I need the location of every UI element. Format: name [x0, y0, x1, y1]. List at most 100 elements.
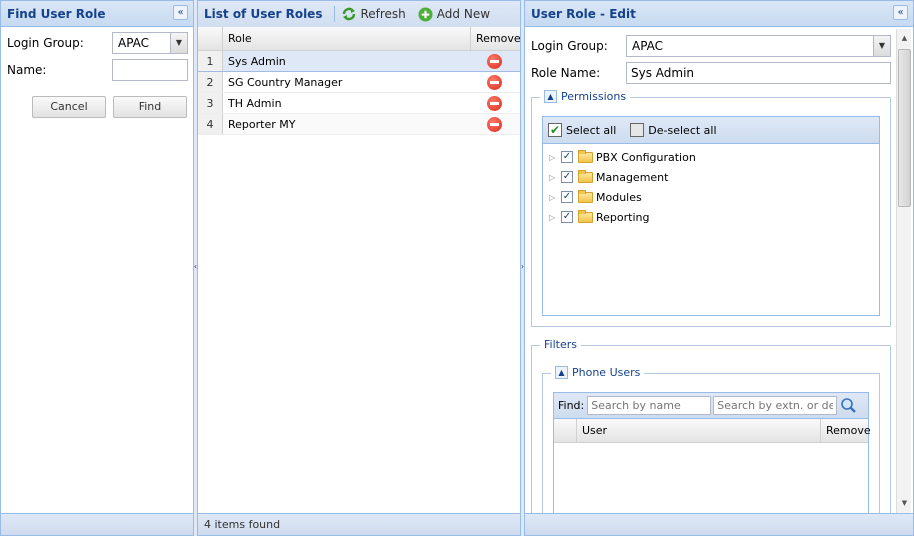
name-input[interactable]: [112, 59, 188, 81]
add-new-label: Add New: [436, 7, 491, 21]
remove-column-header[interactable]: Remove: [471, 27, 520, 50]
find-panel-header: Find User Role: [1, 1, 193, 27]
select-all-checkbox-icon: ✔: [548, 123, 562, 137]
remove-icon[interactable]: [486, 95, 502, 111]
edit-panel-title: User Role - Edit: [531, 6, 636, 21]
edit-login-group-label: Login Group:: [531, 39, 608, 53]
phone-users-legend-text: Phone Users: [572, 366, 641, 379]
remove-cell: [471, 51, 517, 71]
tree-node-reporting[interactable]: ▷ ✓ Reporting: [543, 207, 879, 227]
checkbox-checked-icon[interactable]: ✓: [561, 171, 573, 183]
tree-node-pbx-configuration[interactable]: ▷ ✓ PBX Configuration: [543, 147, 879, 167]
table-row[interactable]: 2 SG Country Manager: [198, 72, 520, 93]
scrollbar-thumb[interactable]: [898, 49, 911, 207]
deselect-all-button[interactable]: De-select all: [630, 123, 717, 137]
deselect-all-checkbox-icon: [630, 123, 645, 137]
remove-cell: [471, 114, 517, 134]
role-cell: Reporter MY: [228, 118, 296, 131]
remove-cell: [471, 72, 517, 92]
login-group-value: APAC: [118, 36, 150, 50]
name-label: Name:: [7, 63, 47, 77]
filters-fieldset: Filters ▲ Phone Users Find: Search by na…: [531, 338, 891, 535]
remove-icon[interactable]: [486, 116, 502, 132]
expand-icon[interactable]: ▷: [549, 153, 557, 162]
permissions-toolbar: ✔ Select all De-select all: [543, 117, 879, 144]
collapse-right-icon[interactable]: «: [893, 5, 908, 20]
row-number: 4: [198, 114, 223, 134]
phone-users-fieldset: ▲ Phone Users Find: User Remove: [542, 366, 880, 535]
chevron-down-icon[interactable]: ▼: [873, 36, 890, 56]
role-name-input[interactable]: Sys Admin: [626, 62, 891, 84]
list-panel-title: List of User Roles: [204, 7, 323, 21]
role-column-header[interactable]: Role: [223, 27, 471, 50]
remove-icon[interactable]: [486, 53, 502, 69]
collapse-up-icon[interactable]: ▲: [544, 90, 557, 103]
select-all-label: Select all: [566, 123, 617, 137]
user-roles-list-panel: List of User Roles Refresh Add New Role …: [197, 0, 521, 536]
permissions-legend-text: Permissions: [561, 90, 627, 103]
refresh-button[interactable]: Refresh: [341, 6, 406, 22]
scroll-down-icon[interactable]: ▼: [897, 496, 912, 511]
collapse-left-icon[interactable]: «: [173, 5, 188, 20]
deselect-all-label: De-select all: [648, 123, 717, 137]
expand-icon[interactable]: ▷: [549, 173, 557, 182]
user-column-header[interactable]: User: [577, 419, 821, 442]
find-label: Find:: [558, 399, 585, 412]
table-row[interactable]: 3 TH Admin: [198, 93, 520, 114]
role-cell: SG Country Manager: [228, 76, 343, 89]
row-number: 3: [198, 93, 223, 113]
login-group-combo[interactable]: APAC ▼: [112, 32, 188, 54]
roles-grid-header: Role Remove: [198, 27, 520, 51]
find-panel-title: Find User Role: [7, 6, 106, 21]
role-cell: TH Admin: [228, 97, 282, 110]
phone-users-legend: ▲ Phone Users: [551, 366, 645, 379]
scroll-up-icon[interactable]: ▲: [897, 31, 912, 46]
user-role-edit-panel: User Role - Edit « Login Group: APAC ▼ R…: [524, 0, 914, 536]
chevron-down-icon[interactable]: ▼: [170, 33, 187, 53]
edit-panel-header: User Role - Edit: [525, 1, 913, 27]
tree-node-label: Reporting: [596, 210, 650, 224]
tree-node-modules[interactable]: ▷ ✓ Modules: [543, 187, 879, 207]
filters-legend: Filters: [540, 338, 581, 351]
user-remove-column-header[interactable]: Remove: [821, 419, 871, 442]
permissions-legend: ▲ Permissions: [540, 90, 631, 103]
checkbox-checked-icon[interactable]: ✓: [561, 211, 573, 223]
list-status-bar: 4 items found: [198, 513, 520, 535]
role-name-label: Role Name:: [531, 66, 601, 80]
row-number: 1: [198, 51, 223, 71]
checkbox-checked-icon[interactable]: ✓: [561, 151, 573, 163]
find-panel-footer: [1, 513, 193, 535]
row-number: 2: [198, 72, 223, 92]
cancel-button[interactable]: Cancel: [32, 96, 106, 118]
find-user-role-panel: Find User Role « Login Group: APAC ▼ Nam…: [0, 0, 194, 536]
find-button[interactable]: Find: [113, 96, 187, 118]
row-number-header: [198, 27, 223, 50]
remove-icon[interactable]: [486, 74, 502, 90]
select-all-button[interactable]: ✔ Select all: [548, 123, 616, 137]
refresh-icon: [343, 7, 356, 21]
phone-users-toolbar: Find:: [554, 393, 868, 419]
folder-icon: [578, 189, 593, 203]
table-row[interactable]: 4 Reporter MY: [198, 114, 520, 135]
folder-icon: [578, 209, 593, 223]
tree-node-label: Modules: [596, 190, 642, 204]
add-new-button[interactable]: Add New: [418, 6, 491, 22]
filters-legend-text: Filters: [544, 338, 577, 351]
expand-icon[interactable]: ▷: [549, 193, 557, 202]
collapse-up-icon[interactable]: ▲: [555, 366, 568, 379]
add-icon: [418, 6, 433, 22]
expand-icon[interactable]: ▷: [549, 213, 557, 222]
search-icon[interactable]: [840, 397, 857, 414]
items-found-text: 4 items found: [204, 518, 281, 531]
edit-panel-scrollbar[interactable]: ▲ ▼: [896, 29, 911, 513]
toolbar-separator: [334, 6, 336, 22]
login-group-label: Login Group:: [7, 36, 84, 50]
refresh-label: Refresh: [360, 7, 406, 21]
edit-login-group-combo[interactable]: APAC ▼: [626, 35, 891, 57]
table-row[interactable]: 1 Sys Admin: [198, 51, 520, 72]
checkbox-checked-icon[interactable]: ✓: [561, 191, 573, 203]
search-by-extension-input[interactable]: [713, 396, 838, 415]
search-by-name-input[interactable]: [587, 396, 712, 415]
tree-node-label: Management: [596, 170, 669, 184]
tree-node-management[interactable]: ▷ ✓ Management: [543, 167, 879, 187]
